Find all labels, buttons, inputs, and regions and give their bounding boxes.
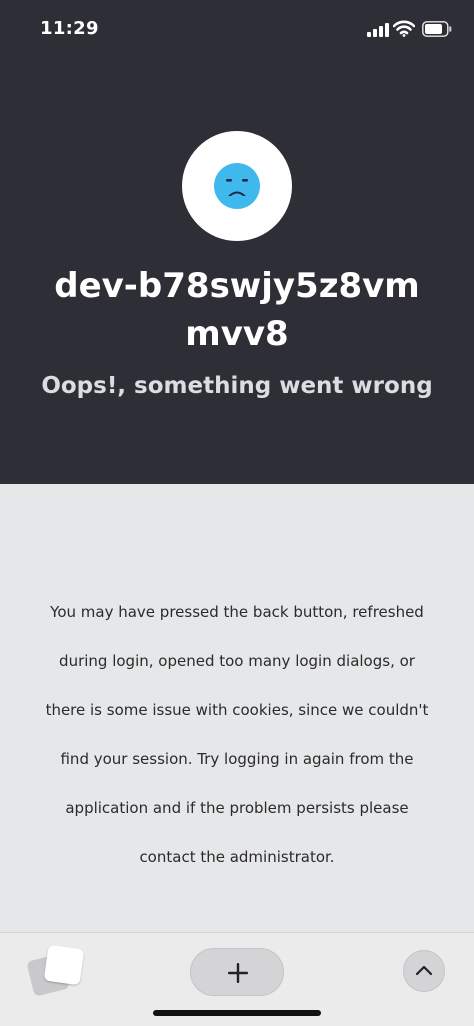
error-title: Oops!, something went wrong (41, 373, 433, 399)
tabs-button[interactable] (26, 943, 86, 1003)
tenant-avatar (182, 131, 292, 241)
error-message: You may have pressed the back button, re… (45, 603, 429, 866)
status-bar: 11:29 (0, 0, 474, 60)
wifi-icon (393, 20, 415, 37)
tabs-icon (43, 944, 85, 986)
expand-toolbar-button[interactable] (403, 950, 445, 992)
battery-icon (422, 21, 452, 37)
status-time: 11:29 (40, 18, 99, 39)
home-indicator[interactable] (153, 1010, 321, 1016)
cellular-signal-icon (367, 23, 389, 37)
sad-face-icon (214, 163, 260, 209)
new-tab-button[interactable] (190, 948, 284, 996)
plus-icon (228, 963, 248, 983)
error-header: 11:29 dev-b78swjy5z8vmmvv8 Oops!, someth… (0, 0, 474, 484)
chevron-up-icon (415, 965, 433, 976)
tenant-name: dev-b78swjy5z8vmmvv8 (54, 266, 420, 354)
browser-toolbar (0, 932, 474, 1026)
